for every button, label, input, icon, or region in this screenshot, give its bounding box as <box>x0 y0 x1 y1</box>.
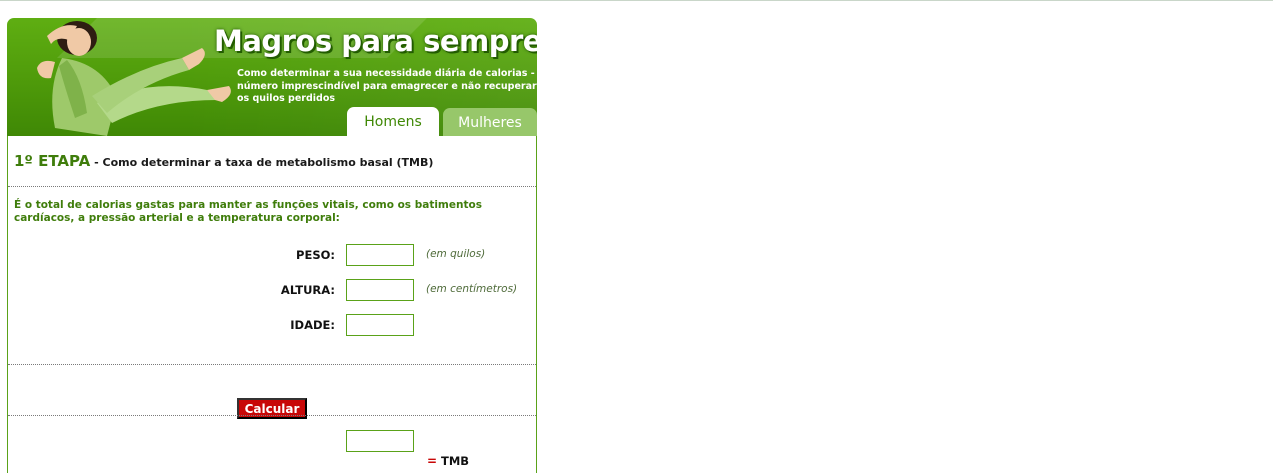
step-number: 1º ETAPA <box>14 152 91 170</box>
altura-label: ALTURA: <box>280 283 335 297</box>
header-subtitle: Como determinar a sua necessidade diária… <box>237 68 537 104</box>
woman-exercising-illustration <box>37 21 231 136</box>
idade-input[interactable] <box>346 314 414 336</box>
intro-text: É o total de calorias gastas para manter… <box>14 199 482 224</box>
tab-mulheres[interactable]: Mulheres <box>443 108 537 136</box>
divider <box>8 415 536 416</box>
step-title: - Como determinar a taxa de metabolismo … <box>90 156 434 169</box>
peso-hint: (em quilos) <box>426 248 486 260</box>
header-banner: Magros para sempre Como determinar a sua… <box>7 18 537 136</box>
step-heading: 1º ETAPA - Como determinar a taxa de met… <box>14 152 433 170</box>
divider <box>8 364 536 365</box>
peso-input[interactable] <box>346 244 414 266</box>
divider <box>8 186 536 187</box>
page-title: Magros para sempre <box>214 24 537 58</box>
tmb-label: TMB <box>441 454 470 468</box>
tmb-calculator-widget: Magros para sempre Como determinar a sua… <box>7 18 537 473</box>
idade-label: IDADE: <box>290 318 335 332</box>
equals-sign: = <box>427 454 438 468</box>
form-panel: 1º ETAPA - Como determinar a taxa de met… <box>7 136 537 473</box>
tmb-result-field[interactable] <box>346 430 414 452</box>
altura-input[interactable] <box>346 279 414 301</box>
tab-homens[interactable]: Homens <box>347 107 439 136</box>
altura-hint: (em centímetros) <box>426 283 518 295</box>
peso-label: PESO: <box>296 248 335 262</box>
